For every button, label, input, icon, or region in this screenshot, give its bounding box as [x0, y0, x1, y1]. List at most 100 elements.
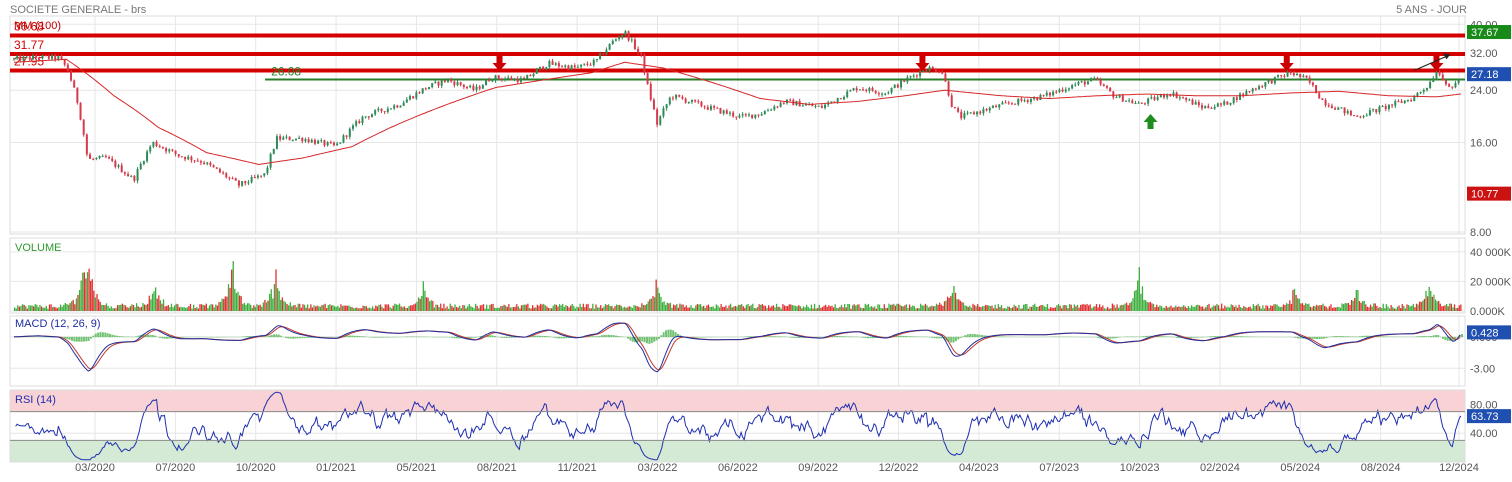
volume-bar: [896, 304, 897, 311]
volume-bar: [1278, 307, 1279, 311]
macd-histogram-bar: [356, 336, 358, 337]
volume-bar: [817, 308, 818, 311]
macd-histogram-bar: [663, 332, 665, 337]
volume-bar: [1284, 305, 1285, 311]
volume-bar: [654, 297, 655, 311]
candle-body: [137, 169, 139, 181]
volume-bar: [147, 304, 148, 311]
macd-panel: -3.000.000 0.428 MACD (12, 26, 9): [10, 316, 1511, 386]
candle-body: [995, 106, 997, 107]
candle-body: [1071, 85, 1073, 88]
volume-bar: [214, 307, 215, 311]
candle-body: [1220, 103, 1222, 104]
macd-histogram-bar: [1197, 337, 1199, 338]
candle-body: [441, 80, 443, 85]
macd-histogram-bar: [667, 330, 669, 338]
candle-body: [970, 112, 972, 113]
candle-body: [1090, 78, 1092, 81]
candle-body: [789, 100, 791, 101]
volume-bar: [242, 304, 243, 311]
volume-bar: [1113, 305, 1114, 311]
candle-body: [694, 100, 696, 101]
volume-bar: [1218, 305, 1219, 311]
candle-body: [251, 177, 253, 182]
candle-body: [181, 156, 183, 157]
volume-bar: [752, 304, 753, 311]
volume-bar: [741, 304, 742, 311]
volume-bar: [586, 304, 587, 311]
volume-bar: [19, 307, 20, 311]
candle-body: [963, 113, 965, 118]
candle-body: [1230, 103, 1232, 105]
candle-body: [89, 154, 91, 159]
candle-body: [982, 109, 984, 113]
candle-body: [555, 63, 557, 65]
volume-bar: [355, 308, 356, 311]
volume-bar: [521, 305, 522, 311]
volume-bar: [673, 305, 674, 311]
macd-histogram-bar: [972, 334, 974, 337]
macd-histogram-bar: [1345, 336, 1347, 337]
volume-bar: [1020, 309, 1021, 311]
candle-body: [149, 147, 151, 152]
candle-body: [574, 65, 576, 67]
volume-bar: [1191, 305, 1192, 311]
volume-bar: [1402, 304, 1403, 311]
volume-bar: [1264, 308, 1265, 311]
macd-histogram-bar: [1190, 337, 1192, 338]
volume-bar: [378, 305, 379, 311]
volume-bar: [1295, 295, 1296, 311]
volume-bar: [1417, 304, 1418, 311]
volume-bar: [71, 301, 72, 311]
candle-body: [514, 79, 516, 80]
volume-bar: [1017, 308, 1018, 311]
volume-bar: [401, 306, 402, 311]
candle-body: [938, 72, 940, 73]
macd-histogram-bar: [798, 337, 800, 338]
volume-bar: [716, 304, 717, 311]
candle-body: [374, 110, 376, 114]
volume-bar: [903, 306, 904, 311]
candle-body: [1195, 102, 1197, 105]
volume-bar: [522, 305, 523, 311]
volume-bar: [949, 298, 950, 311]
macd-histogram-bar: [603, 335, 605, 337]
candle-body: [235, 178, 237, 180]
volume-bar: [1010, 308, 1011, 311]
volume-bar: [1226, 307, 1227, 311]
candle-body: [849, 90, 851, 91]
candle-body: [73, 81, 75, 88]
volume-bar: [873, 307, 874, 311]
volume-bar: [564, 307, 565, 311]
volume-bar: [475, 304, 476, 311]
macd-histogram-bar: [1323, 337, 1325, 339]
macd-histogram-bar: [596, 336, 598, 337]
volume-bar: [1112, 304, 1113, 311]
volume-bar: [720, 304, 721, 311]
volume-bar: [74, 304, 75, 311]
candle-body: [1100, 80, 1102, 85]
candle-body: [659, 116, 661, 124]
candle-body: [152, 142, 154, 147]
macd-histogram-bar: [703, 337, 705, 338]
volume-bar: [801, 308, 802, 311]
volume-bar: [1322, 304, 1323, 311]
candle-body: [643, 55, 645, 73]
candle-body: [127, 174, 129, 176]
macd-histogram-bar: [392, 337, 394, 338]
volume-bar: [923, 305, 924, 311]
volume-bar: [930, 306, 931, 311]
volume-bar: [383, 308, 384, 311]
x-tick-label: 02/2024: [1200, 462, 1240, 474]
volume-bar: [1288, 304, 1289, 311]
volume-bar: [1061, 308, 1062, 311]
candle-body: [327, 142, 329, 145]
price-y-ticks: 8.0016.0024.0032.0040.00: [1470, 19, 1498, 239]
candle-body: [1093, 78, 1095, 79]
x-tick-label: 10/2023: [1120, 462, 1160, 474]
volume-bar: [1021, 308, 1022, 311]
macd-histogram-bar: [97, 333, 99, 338]
volume-bar: [890, 305, 891, 311]
volume-bar: [1066, 305, 1067, 311]
candle-body: [453, 81, 455, 85]
